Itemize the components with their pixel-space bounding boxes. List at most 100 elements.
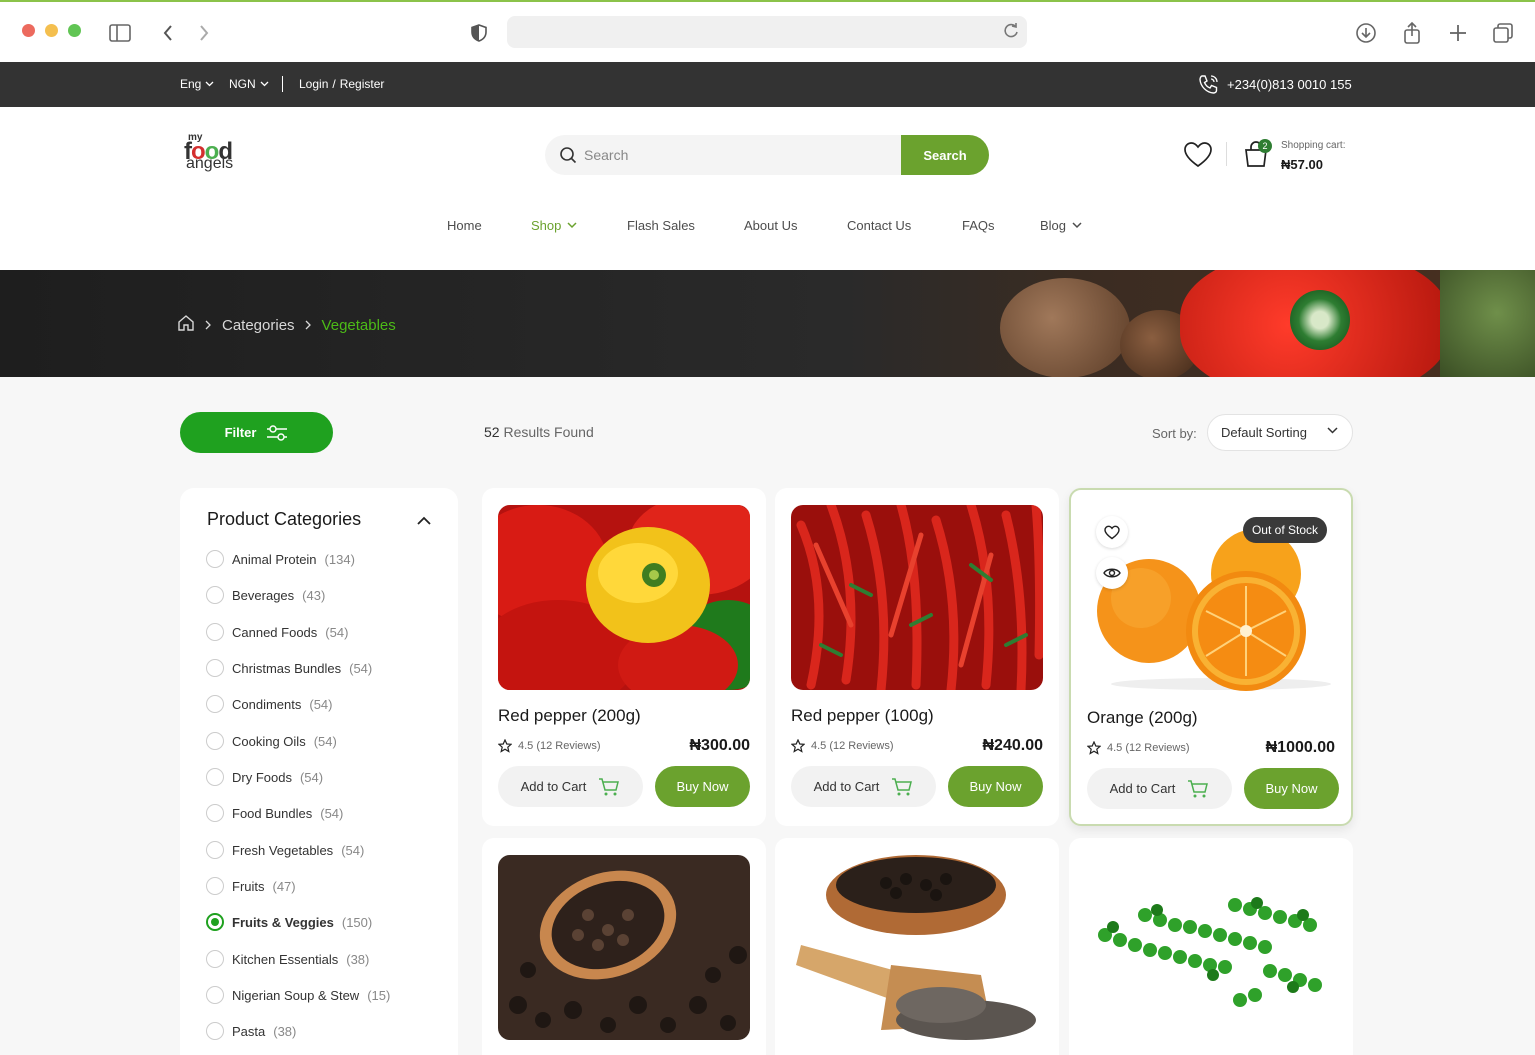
buy-now-button[interactable]: Buy Now [655,766,750,807]
category-radio[interactable] [206,586,224,604]
search-button[interactable]: Search [901,135,989,175]
product-card[interactable]: Red pepper (100g) 4.5 (12 Reviews) ₦240.… [775,488,1059,826]
product-image-chili-peppers[interactable] [791,505,1043,690]
product-image-black-pepper-spoon[interactable] [498,855,750,1040]
category-radio[interactable] [206,659,224,677]
product-image-pepper-bowl[interactable] [791,855,1043,1040]
divider [282,76,283,92]
wishlist-heart-icon[interactable] [1096,516,1128,548]
category-radio[interactable] [206,804,224,822]
category-item[interactable]: Food Bundles (54) [206,804,343,822]
auth-links: Login / Register [299,77,384,91]
add-to-cart-button[interactable]: Add to Cart [1087,768,1232,809]
category-item[interactable]: Pasta (38) [206,1022,296,1040]
category-name: Canned Foods [232,624,318,640]
home-icon[interactable] [177,314,195,336]
category-item[interactable]: Cooking Oils (54) [206,732,337,750]
phone-contact[interactable]: +234(0)813 0010 155 [1198,74,1352,95]
chevron-up-icon[interactable] [417,512,431,530]
nav-flash-sales-label: Flash Sales [627,218,695,233]
currency-select[interactable]: NGN [229,77,269,91]
register-link[interactable]: Register [340,77,385,91]
category-radio[interactable] [206,986,224,1004]
login-link[interactable]: Login [299,77,328,91]
rating-text: 4.5 (12 Reviews) [811,740,894,752]
nav-home[interactable]: Home [447,218,482,233]
reload-icon[interactable] [1001,20,1021,47]
category-item[interactable]: Beverages (43) [206,586,325,604]
category-item[interactable]: Kitchen Essentials (38) [206,950,369,968]
category-radio[interactable] [206,732,224,750]
results-count: 52 Results Found [484,424,594,440]
category-item[interactable]: Fresh Vegetables (54) [206,841,364,859]
category-count: (54) [325,624,349,640]
filter-button[interactable]: Filter [180,412,333,453]
category-radio[interactable] [206,695,224,713]
category-count: (54) [349,660,373,676]
minimize-window-button[interactable] [45,24,58,37]
search-input[interactable]: Search [584,147,628,163]
tab-overview-icon[interactable] [1490,20,1516,46]
buy-now-button[interactable]: Buy Now [948,766,1043,807]
add-to-cart-button[interactable]: Add to Cart [498,766,643,807]
category-radio[interactable] [206,768,224,786]
category-count: (15) [367,987,391,1003]
maximize-window-button[interactable] [68,24,81,37]
category-item[interactable]: Fruits (47) [206,877,296,895]
nav-faqs[interactable]: FAQs [962,218,995,233]
nav-blog[interactable]: Blog [1040,218,1082,233]
category-item[interactable]: Christmas Bundles (54) [206,659,372,677]
privacy-shield-icon[interactable] [466,20,492,46]
category-item[interactable]: Dry Foods (54) [206,768,323,786]
category-name: Fruits & Veggies [232,914,334,930]
category-radio[interactable] [206,841,224,859]
category-count: (134) [324,551,355,567]
category-count: (54) [309,696,333,712]
share-icon[interactable] [1399,20,1425,46]
sort-select[interactable]: Default Sorting [1207,414,1353,451]
close-window-button[interactable] [22,24,35,37]
product-card[interactable] [1069,838,1353,1055]
language-select[interactable]: Eng [180,77,214,91]
category-item-selected[interactable]: Fruits & Veggies (150) [206,913,372,931]
new-tab-icon[interactable] [1445,20,1471,46]
product-name[interactable]: Red pepper (200g) [498,706,641,726]
forward-icon[interactable] [191,20,217,46]
category-radio[interactable] [206,1022,224,1040]
category-radio[interactable] [206,623,224,641]
category-radio[interactable] [206,550,224,568]
category-item[interactable]: Canned Foods (54) [206,623,348,641]
product-image-bell-peppers[interactable] [498,505,750,690]
category-radio[interactable] [206,950,224,968]
category-radio[interactable] [206,877,224,895]
buy-now-button[interactable]: Buy Now [1244,768,1339,809]
quick-view-eye-icon[interactable] [1096,557,1128,589]
category-radio-checked[interactable] [206,913,224,931]
download-icon[interactable] [1353,20,1379,46]
nav-home-label: Home [447,218,482,233]
sidebar-toggle-icon[interactable] [107,20,133,46]
category-item[interactable]: Condiments (54) [206,695,333,713]
category-item[interactable]: Animal Protein (134) [206,550,355,568]
product-card[interactable] [775,838,1059,1055]
product-name[interactable]: Red pepper (100g) [791,706,934,726]
product-image-green-peppercorns[interactable] [1085,855,1337,1040]
sort-label: Sort by: [1152,426,1197,441]
phone-icon [1199,75,1218,94]
nav-shop[interactable]: Shop [531,218,577,233]
nav-flash-sales[interactable]: Flash Sales [627,218,695,233]
product-card[interactable]: Out of Stock Orange (200g) 4.5 (12 Revie… [1069,488,1353,826]
wishlist-heart-icon[interactable] [1183,141,1213,173]
product-card[interactable]: Red pepper (200g) 4.5 (12 Reviews) ₦300.… [482,488,766,826]
add-to-cart-button[interactable]: Add to Cart [791,766,936,807]
product-name[interactable]: Orange (200g) [1087,708,1198,728]
back-icon[interactable] [155,20,181,46]
breadcrumb-categories[interactable]: Categories [222,317,295,334]
nav-contact-us[interactable]: Contact Us [847,218,911,233]
category-item[interactable]: Nigerian Soup & Stew (15) [206,986,390,1004]
results-text: Results Found [503,424,594,440]
product-card[interactable] [482,838,766,1055]
logo[interactable]: my food angels [184,132,254,178]
nav-about-us[interactable]: About Us [744,218,797,233]
address-bar[interactable] [507,16,1027,48]
